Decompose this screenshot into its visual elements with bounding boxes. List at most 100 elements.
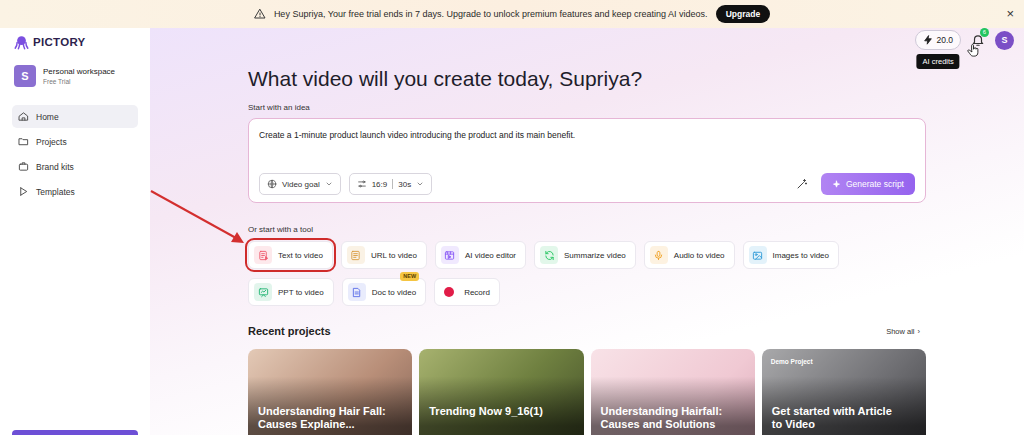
tool-button[interactable]: Summarize video <box>534 241 636 269</box>
annotation-arrow-icon <box>0 0 1024 435</box>
trial-banner: Hey Supriya, Your free trial ends in 7 d… <box>0 0 1024 28</box>
briefcase-icon <box>18 161 29 172</box>
top-bar: 20.0AI credits 6S <box>150 30 1024 50</box>
hand-cursor-icon <box>966 42 981 59</box>
generate-script-label: Generate script <box>846 179 904 189</box>
format-dropdown[interactable]: 16:930s <box>349 173 432 195</box>
tool-icon-box <box>347 246 365 264</box>
sidebar-item[interactable]: Home <box>12 105 138 128</box>
project-title: Understanding Hairfall: Causes and Solut… <box>601 405 731 431</box>
magic-wand-icon <box>796 178 808 190</box>
sidebar-item[interactable]: Templates <box>12 180 138 203</box>
video-goal-dropdown[interactable]: Video goal <box>259 173 341 195</box>
project-card[interactable]: Understanding Hair Fall: Causes Explaine… <box>248 349 412 435</box>
sidebar-item-label: Templates <box>36 187 75 197</box>
tool-icon-box <box>254 246 272 264</box>
tool-label: Doc to video <box>372 288 416 297</box>
tool-label: URL to video <box>371 251 417 260</box>
tool-label: Text to video <box>278 251 323 260</box>
show-all-link[interactable]: Show all› <box>886 327 926 336</box>
project-card[interactable]: Trending Now 9_16(1) <box>419 349 583 435</box>
globe-icon <box>267 179 277 189</box>
prompt-box[interactable]: Create a 1-minute product launch video i… <box>248 118 926 203</box>
user-avatar[interactable]: S <box>995 31 1014 50</box>
image-icon <box>752 250 763 261</box>
project-title: Get started with Article to Video <box>772 405 902 431</box>
tool-label: Summarize video <box>564 251 626 260</box>
sidebar-item[interactable]: Projects <box>12 130 138 153</box>
thumbnail <box>419 349 583 435</box>
notification-badge: 6 <box>980 28 989 37</box>
prompt-toolbar: Video goal 16:930s Generate script <box>259 173 915 195</box>
chevron-down-icon <box>416 180 424 188</box>
enhance-prompt-button[interactable] <box>791 173 813 195</box>
upgrade-button[interactable]: Upgrade <box>716 5 770 23</box>
tool-button[interactable]: Text to video <box>248 241 333 269</box>
tools-label: Or start with a tool <box>248 224 926 236</box>
tool-icon-box <box>540 246 558 264</box>
tool-button[interactable]: URL to video <box>341 241 427 269</box>
summarize-icon <box>544 250 555 261</box>
credits-tooltip: AI credits <box>917 54 960 69</box>
sparkle-icon <box>832 180 841 189</box>
home-content: What video will you create today, Supriy… <box>248 66 926 435</box>
sliders-icon <box>357 179 367 189</box>
url-video-icon <box>350 250 361 261</box>
chevron-down-icon <box>325 180 333 188</box>
project-title: Trending Now 9_16(1) <box>429 405 559 418</box>
record-dot-icon <box>444 287 454 297</box>
banner-message: Hey Supriya, Your free trial ends in 7 d… <box>274 9 708 19</box>
sidebar-item-label: Brand kits <box>36 162 74 172</box>
show-all-label: Show all <box>886 327 914 336</box>
sidebar-footer-button[interactable] <box>12 430 138 435</box>
close-banner-button[interactable]: × <box>1006 7 1014 21</box>
project-card[interactable]: Get started with Article to Video Demo Pr… <box>762 349 926 435</box>
tool-icon-box <box>441 246 459 264</box>
tool-list: Text to video URL to video AI video editor… <box>248 241 898 306</box>
folder-icon <box>18 136 29 147</box>
microphone-icon <box>653 250 664 261</box>
tool-button[interactable]: PPT to video <box>248 278 334 306</box>
video-editor-icon <box>444 250 455 261</box>
logo-text: PICTORY <box>33 36 86 48</box>
tool-button[interactable]: Record <box>434 278 500 306</box>
tool-label: AI video editor <box>465 251 516 260</box>
video-goal-label: Video goal <box>282 180 320 189</box>
project-title: Understanding Hair Fall: Causes Explaine… <box>258 405 388 431</box>
tool-icon-box <box>650 246 668 264</box>
credits-count: 20.0 <box>936 35 953 45</box>
tool-label: PPT to video <box>278 288 324 297</box>
presentation-icon <box>258 287 269 298</box>
app-body: PICTORYSPersonal workspaceFree TrialHome… <box>0 28 1024 435</box>
page-heading: What video will you create today, Supriy… <box>248 66 926 92</box>
tool-button[interactable]: Audio to video <box>644 241 735 269</box>
tool-button[interactable]: AI video editor <box>435 241 526 269</box>
workspace-switcher[interactable]: SPersonal workspaceFree Trial <box>12 61 138 91</box>
tool-button[interactable]: Images to video <box>743 241 839 269</box>
generate-script-button[interactable]: Generate script <box>821 173 915 195</box>
octopus-logo-icon <box>14 35 29 50</box>
sidebar-item-label: Home <box>36 112 59 122</box>
tool-icon-box <box>254 283 272 301</box>
prompt-text[interactable]: Create a 1-minute product launch video i… <box>259 129 915 141</box>
logo[interactable]: PICTORY <box>12 34 138 50</box>
sidebar: PICTORYSPersonal workspaceFree TrialHome… <box>0 28 150 435</box>
warning-icon <box>254 8 266 20</box>
sidebar-nav: Home Projects Brand kits Templates <box>12 105 138 203</box>
demo-badge: Demo Project <box>771 358 813 365</box>
workspace-name: Personal workspace <box>43 66 115 77</box>
sidebar-item[interactable]: Brand kits <box>12 155 138 178</box>
tool-icon-box <box>749 246 767 264</box>
tool-label: Record <box>464 288 490 297</box>
recent-projects: Understanding Hair Fall: Causes Explaine… <box>248 349 926 435</box>
tool-button[interactable]: Doc to videoNEW <box>342 278 426 306</box>
tool-label: Images to video <box>773 251 829 260</box>
workspace-avatar: S <box>14 65 36 87</box>
credits-button[interactable]: 20.0AI credits <box>915 30 961 50</box>
aspect-ratio: 16:9 <box>372 180 388 189</box>
template-icon <box>18 186 29 197</box>
lightning-icon <box>923 35 933 45</box>
tool-icon-box <box>348 283 366 301</box>
home-icon <box>18 111 29 122</box>
project-card[interactable]: Understanding Hairfall: Causes and Solut… <box>591 349 755 435</box>
